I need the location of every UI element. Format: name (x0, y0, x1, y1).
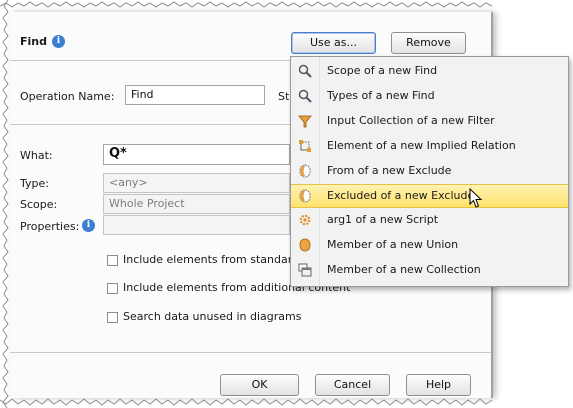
include-standard-label: Include elements from standard (123, 253, 300, 266)
scope-field: Whole Project (103, 194, 290, 214)
torn-edge-top (0, 1, 493, 8)
what-value: Q* (109, 146, 127, 161)
help-button[interactable]: Help (406, 374, 471, 396)
menu-item-excluded-exclude[interactable]: Excluded of a new Exclude (291, 184, 568, 208)
menu-item-input-filter[interactable]: Input Collection of a new Filter (291, 110, 568, 134)
menu-item-label: Element of a new Implied Relation (327, 139, 516, 152)
menu-item-implied-relation[interactable]: Element of a new Implied Relation (291, 135, 568, 159)
menu-item-label: Scope of a new Find (327, 64, 438, 77)
use-as-menu: Scope of a new Find Types of a new Find … (290, 56, 569, 287)
exclude-icon (297, 164, 313, 180)
include-standard-checkbox[interactable] (107, 255, 118, 266)
type-label: Type: (20, 177, 49, 190)
menu-item-from-exclude[interactable]: From of a new Exclude (291, 160, 568, 184)
dialog-title: Find (20, 35, 47, 48)
menu-item-label: Types of a new Find (327, 89, 435, 102)
properties-field (103, 215, 290, 235)
collection-icon (297, 263, 313, 279)
menu-item-types-find[interactable]: Types of a new Find (291, 85, 568, 109)
torn-edge-bottom (0, 398, 493, 406)
properties-label: Properties: (20, 220, 80, 233)
status-label-fragment: St (278, 90, 290, 103)
exclude-icon (297, 189, 313, 205)
menu-item-label: Excluded of a new Exclude (327, 189, 475, 202)
gear-icon (297, 213, 313, 229)
operation-name-field[interactable]: Find (125, 85, 265, 105)
union-icon (297, 238, 313, 254)
cancel-button[interactable]: Cancel (315, 374, 390, 396)
what-label: What: (20, 149, 53, 162)
what-field[interactable]: Q* (103, 144, 290, 165)
menu-item-member-collection[interactable]: Member of a new Collection (291, 259, 568, 283)
menu-item-scope-find[interactable]: Scope of a new Find (291, 60, 568, 84)
operation-name-label: Operation Name: (20, 90, 115, 103)
scope-label: Scope: (20, 198, 58, 211)
menu-item-label: Input Collection of a new Filter (327, 114, 495, 127)
use-as-button[interactable]: Use as... (291, 32, 376, 54)
implied-relation-icon (297, 139, 313, 155)
include-additional-checkbox[interactable] (107, 283, 118, 294)
menu-item-label: Member of a new Union (327, 238, 459, 251)
filter-icon (297, 114, 313, 130)
type-field: <any> (103, 173, 290, 193)
footer-divider (10, 352, 491, 353)
search-icon (297, 89, 313, 105)
properties-info-icon[interactable]: i (82, 219, 95, 232)
info-icon[interactable]: i (52, 35, 65, 48)
ok-button[interactable]: OK (220, 374, 299, 396)
menu-item-label: arg1 of a new Script (327, 213, 439, 226)
menu-item-arg1-script[interactable]: arg1 of a new Script (291, 209, 568, 233)
search-unused-checkbox[interactable] (107, 312, 118, 323)
menu-item-label: From of a new Exclude (327, 164, 452, 177)
menu-item-label: Member of a new Collection (327, 263, 481, 276)
search-unused-label: Search data unused in diagrams (123, 310, 302, 323)
remove-button[interactable]: Remove (391, 32, 466, 54)
search-icon (297, 64, 313, 80)
menu-item-member-union[interactable]: Member of a new Union (291, 234, 568, 258)
mouse-pointer-icon (469, 188, 483, 208)
